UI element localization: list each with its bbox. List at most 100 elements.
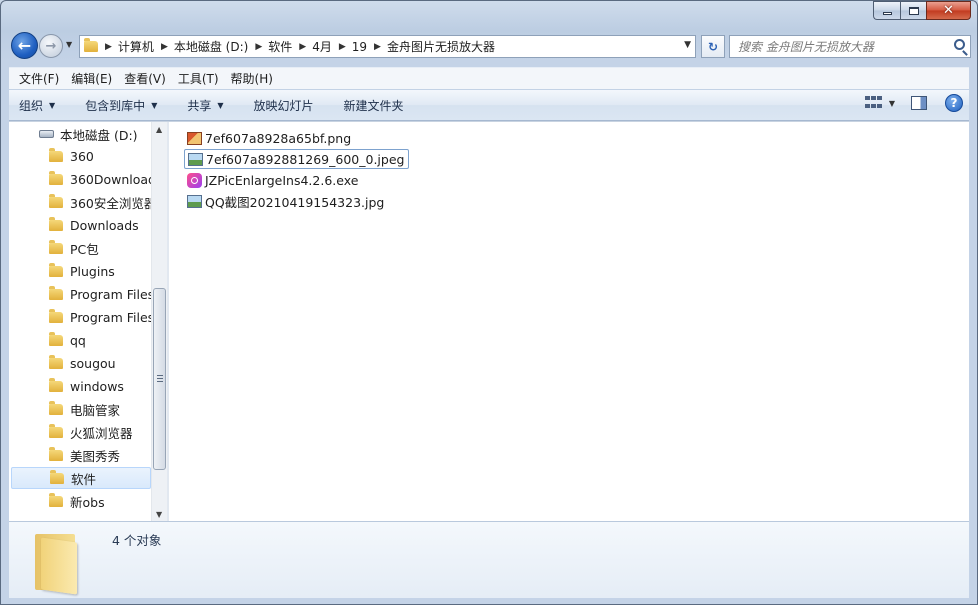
tree-item-folder[interactable]: 美图秀秀 — [11, 444, 151, 466]
tree-item-folder[interactable]: PC包 — [11, 237, 151, 259]
tree-item-label: sougou — [70, 355, 116, 371]
caption-buttons: ✕ — [873, 1, 971, 20]
main-area: 本地磁盘 (D:) 360 360Download 360安全浏览器 Download… — [9, 121, 969, 522]
file-item[interactable]: JZPicEnlargeIns4.2.6.exe — [184, 170, 362, 190]
tree-item-label: 360 — [70, 148, 94, 164]
chevron-right-icon[interactable]: ▶ — [161, 42, 168, 52]
share-button[interactable]: 共享 ▼ — [187, 97, 223, 114]
tree-item-label: Plugins — [70, 263, 115, 279]
arrow-left-icon: ← — [17, 36, 32, 55]
search-icon[interactable] — [954, 39, 965, 50]
tree-item-label: 新obs — [70, 494, 105, 510]
maximize-button[interactable] — [900, 1, 926, 20]
menu-help[interactable]: 帮助(H) — [225, 70, 279, 87]
tree-item-folder[interactable]: Downloads — [11, 214, 151, 236]
scrollbar-thumb[interactable] — [153, 288, 166, 470]
tree-item-drive-d[interactable]: 本地磁盘 (D:) — [11, 123, 151, 145]
tree-item-folder[interactable]: windows — [11, 375, 151, 397]
tree-item-folder[interactable]: Program Files — [11, 283, 155, 305]
tree-item-folder[interactable]: sougou — [11, 352, 151, 374]
search-input[interactable]: 搜索 金舟图片无损放大器 — [738, 38, 874, 55]
preview-pane-icon[interactable] — [911, 96, 927, 110]
help-icon[interactable]: ? — [945, 94, 963, 112]
menu-tools[interactable]: 工具(T) — [172, 70, 225, 87]
file-item[interactable]: 7ef607a892881269_600_0.jpeg — [184, 149, 410, 169]
tree-item-folder[interactable]: 360安全浏览器 — [11, 191, 156, 213]
scroll-down-icon[interactable]: ▼ — [156, 510, 162, 519]
tree-item-folder[interactable]: 软件 — [11, 467, 151, 489]
tree-item-folder[interactable]: 电脑管家 — [11, 398, 151, 420]
folder-icon — [49, 446, 63, 461]
file-item[interactable]: 7ef607a8928a65bf.png — [184, 128, 355, 148]
include-in-library-button[interactable]: 包含到库中 ▼ — [85, 97, 157, 114]
organize-button[interactable]: 组织 ▼ — [19, 97, 55, 114]
folder-icon — [49, 239, 63, 254]
scroll-up-icon[interactable]: ▲ — [156, 125, 162, 134]
chevron-right-icon[interactable]: ▶ — [299, 42, 306, 52]
view-options-dropdown[interactable]: ▼ — [889, 99, 895, 108]
tree-item-label: 美图秀秀 — [70, 448, 121, 464]
chevron-right-icon[interactable]: ▶ — [374, 42, 381, 52]
forward-button[interactable]: → — [39, 34, 63, 58]
recent-pages-dropdown[interactable]: ▼ — [66, 40, 72, 49]
chevron-right-icon[interactable]: ▶ — [339, 42, 346, 52]
organize-label: 组织 — [19, 98, 44, 113]
breadcrumb-19[interactable]: 19 — [352, 40, 367, 54]
address-dropdown-icon[interactable]: ▼ — [684, 40, 691, 50]
navigation-pane: 本地磁盘 (D:) 360 360Download 360安全浏览器 Download… — [9, 122, 167, 522]
menu-file[interactable]: 文件(F) — [13, 70, 65, 87]
folder-icon — [49, 193, 63, 208]
dropdown-arrow-icon: ▼ — [49, 100, 56, 110]
minimize-button[interactable] — [873, 1, 900, 20]
minimize-icon — [882, 12, 892, 15]
address-bar[interactable]: ▶ 计算机 ▶ 本地磁盘 (D:) ▶ 软件 ▶ 4月 ▶ 19 ▶ 金舟图片无… — [79, 35, 696, 58]
change-view-icon[interactable] — [864, 96, 882, 110]
tree-item-label: 360Download — [70, 171, 156, 187]
search-box[interactable]: 搜索 金舟图片无损放大器 — [729, 35, 971, 58]
tree-item-label: qq — [70, 332, 86, 348]
chevron-right-icon[interactable]: ▶ — [105, 42, 112, 52]
tree-item-label: 电脑管家 — [70, 402, 121, 418]
folder-icon — [49, 331, 63, 346]
new-folder-button[interactable]: 新建文件夹 — [344, 97, 404, 114]
menu-edit[interactable]: 编辑(E) — [65, 70, 118, 87]
tree-item-folder[interactable]: Plugins — [11, 260, 151, 282]
slideshow-button[interactable]: 放映幻灯片 — [254, 97, 314, 114]
file-item[interactable]: QQ截图20210419154323.jpg — [184, 191, 388, 211]
folder-icon — [49, 147, 63, 162]
explorer-window: ✕ ← → ▼ ▶ 计算机 ▶ 本地磁盘 (D:) ▶ 软件 ▶ 4月 ▶ 19… — [0, 0, 978, 605]
breadcrumb-current-folder[interactable]: 金舟图片无损放大器 — [387, 38, 495, 55]
tree-item-folder[interactable]: Program Files — [11, 306, 154, 328]
close-button[interactable]: ✕ — [926, 1, 971, 20]
folder-icon — [49, 400, 63, 415]
tree-item-folder[interactable]: 360 — [11, 145, 151, 167]
tree-item-label: 火狐浏览器 — [70, 425, 133, 441]
dropdown-arrow-icon: ▼ — [217, 100, 224, 110]
folder-icon — [49, 170, 63, 185]
navigation-pane-scrollbar[interactable]: ▲ ▼ — [151, 122, 167, 522]
folder-icon — [49, 308, 63, 323]
menu-view[interactable]: 查看(V) — [118, 70, 172, 87]
breadcrumb-software[interactable]: 软件 — [268, 38, 292, 55]
close-icon: ✕ — [943, 3, 954, 18]
folder-icon — [49, 285, 63, 300]
breadcrumb-drive-d[interactable]: 本地磁盘 (D:) — [174, 38, 248, 55]
tree-item-folder[interactable]: 新obs — [11, 490, 151, 512]
refresh-button[interactable]: ↻ — [701, 35, 725, 58]
file-name: 7ef607a892881269_600_0.jpeg — [206, 151, 405, 167]
chevron-right-icon[interactable]: ▶ — [255, 42, 262, 52]
grip-icon — [157, 375, 163, 383]
file-list: 7ef607a8928a65bf.png 7ef607a892881269_600… — [169, 122, 969, 522]
back-button[interactable]: ← — [11, 32, 38, 59]
tree-item-folder[interactable]: qq — [11, 329, 151, 351]
tree-item-folder[interactable]: 火狐浏览器 — [11, 421, 151, 443]
tree-item-label: Program Files — [70, 286, 155, 302]
dropdown-arrow-icon: ▼ — [151, 100, 158, 110]
share-label: 共享 — [187, 98, 212, 113]
arrow-right-icon: → — [45, 38, 57, 54]
breadcrumb-april[interactable]: 4月 — [312, 38, 332, 55]
folder-icon — [49, 377, 63, 392]
image-file-icon — [187, 194, 202, 208]
tree-item-folder[interactable]: 360Download — [11, 168, 156, 190]
breadcrumb-computer[interactable]: 计算机 — [118, 38, 154, 55]
